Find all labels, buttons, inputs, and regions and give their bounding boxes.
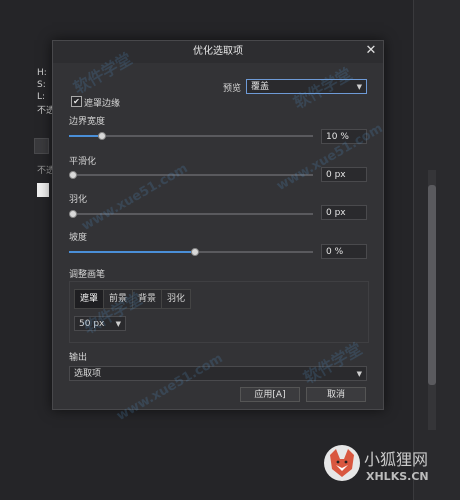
brush-label: 调整画笔 — [69, 270, 106, 280]
preview-label: 预览 — [223, 84, 242, 94]
preview-mode-select[interactable]: 覆盖 ▼ — [246, 79, 367, 94]
edge-mask-checkbox[interactable]: ✔ — [71, 96, 82, 107]
tab-feather[interactable]: 羽化 — [161, 289, 191, 309]
tab-mask[interactable]: 遮罩 — [74, 289, 104, 309]
smooth-value[interactable]: 0 px — [321, 167, 367, 182]
brush-group: 遮罩 前景 背景 羽化 50 px ▼ — [69, 281, 369, 343]
logo-name: 小狐狸网 — [364, 450, 429, 469]
border-width-label: 边界宽度 — [69, 117, 106, 127]
close-icon[interactable]: ✕ — [363, 43, 379, 59]
output-value: 选取项 — [74, 369, 102, 379]
chevron-down-icon: ▼ — [356, 370, 362, 378]
hue-label: H: — [37, 68, 47, 78]
slider-thumb[interactable] — [191, 248, 199, 256]
fox-logo-icon — [324, 445, 360, 481]
tab-background[interactable]: 背景 — [132, 289, 162, 309]
panel-chip[interactable] — [34, 138, 49, 154]
preview-mode-value: 覆盖 — [251, 82, 270, 92]
panel-scrollbar-thumb[interactable] — [428, 185, 436, 385]
chevron-down-icon: ▼ — [115, 320, 121, 328]
brush-size-value: 50 px — [79, 319, 105, 329]
ramp-slider[interactable] — [69, 248, 313, 256]
smooth-label: 平滑化 — [69, 157, 97, 167]
panel-white-swatch[interactable] — [37, 183, 49, 197]
dialog-title: 优化选取项 — [53, 41, 383, 63]
apply-button[interactable]: 应用[A] — [240, 387, 300, 402]
slider-thumb[interactable] — [69, 171, 77, 179]
output-select[interactable]: 选取项 ▼ — [69, 366, 367, 381]
right-side-panel — [413, 0, 460, 500]
cancel-button[interactable]: 取消 — [306, 387, 366, 402]
slider-thumb[interactable] — [69, 210, 77, 218]
tab-foreground[interactable]: 前景 — [103, 289, 133, 309]
chevron-down-icon: ▼ — [356, 83, 362, 91]
border-width-slider[interactable] — [69, 132, 313, 140]
refine-selection-dialog: 优化选取项 ✕ 预览 覆盖 ▼ ✔ 遮罩边缘 边界宽度 10 % 平滑化 0 p… — [52, 40, 384, 410]
ramp-value[interactable]: 0 % — [321, 244, 367, 259]
feather-label: 羽化 — [69, 195, 88, 205]
saturation-label: S: — [37, 80, 46, 90]
border-width-value[interactable]: 10 % — [321, 129, 367, 144]
smooth-slider[interactable] — [69, 171, 313, 179]
output-label: 输出 — [69, 353, 88, 363]
slider-thumb[interactable] — [98, 132, 107, 140]
slider-fill — [69, 135, 99, 137]
brush-size-select[interactable]: 50 px ▼ — [74, 316, 126, 331]
slider-fill — [69, 251, 191, 253]
logo-domain: XHLKS.CN — [366, 470, 429, 483]
edge-mask-label: 遮罩边缘 — [84, 99, 121, 109]
lightness-label: L: — [37, 92, 46, 102]
feather-value[interactable]: 0 px — [321, 205, 367, 220]
ramp-label: 坡度 — [69, 233, 88, 243]
feather-slider[interactable] — [69, 210, 313, 218]
